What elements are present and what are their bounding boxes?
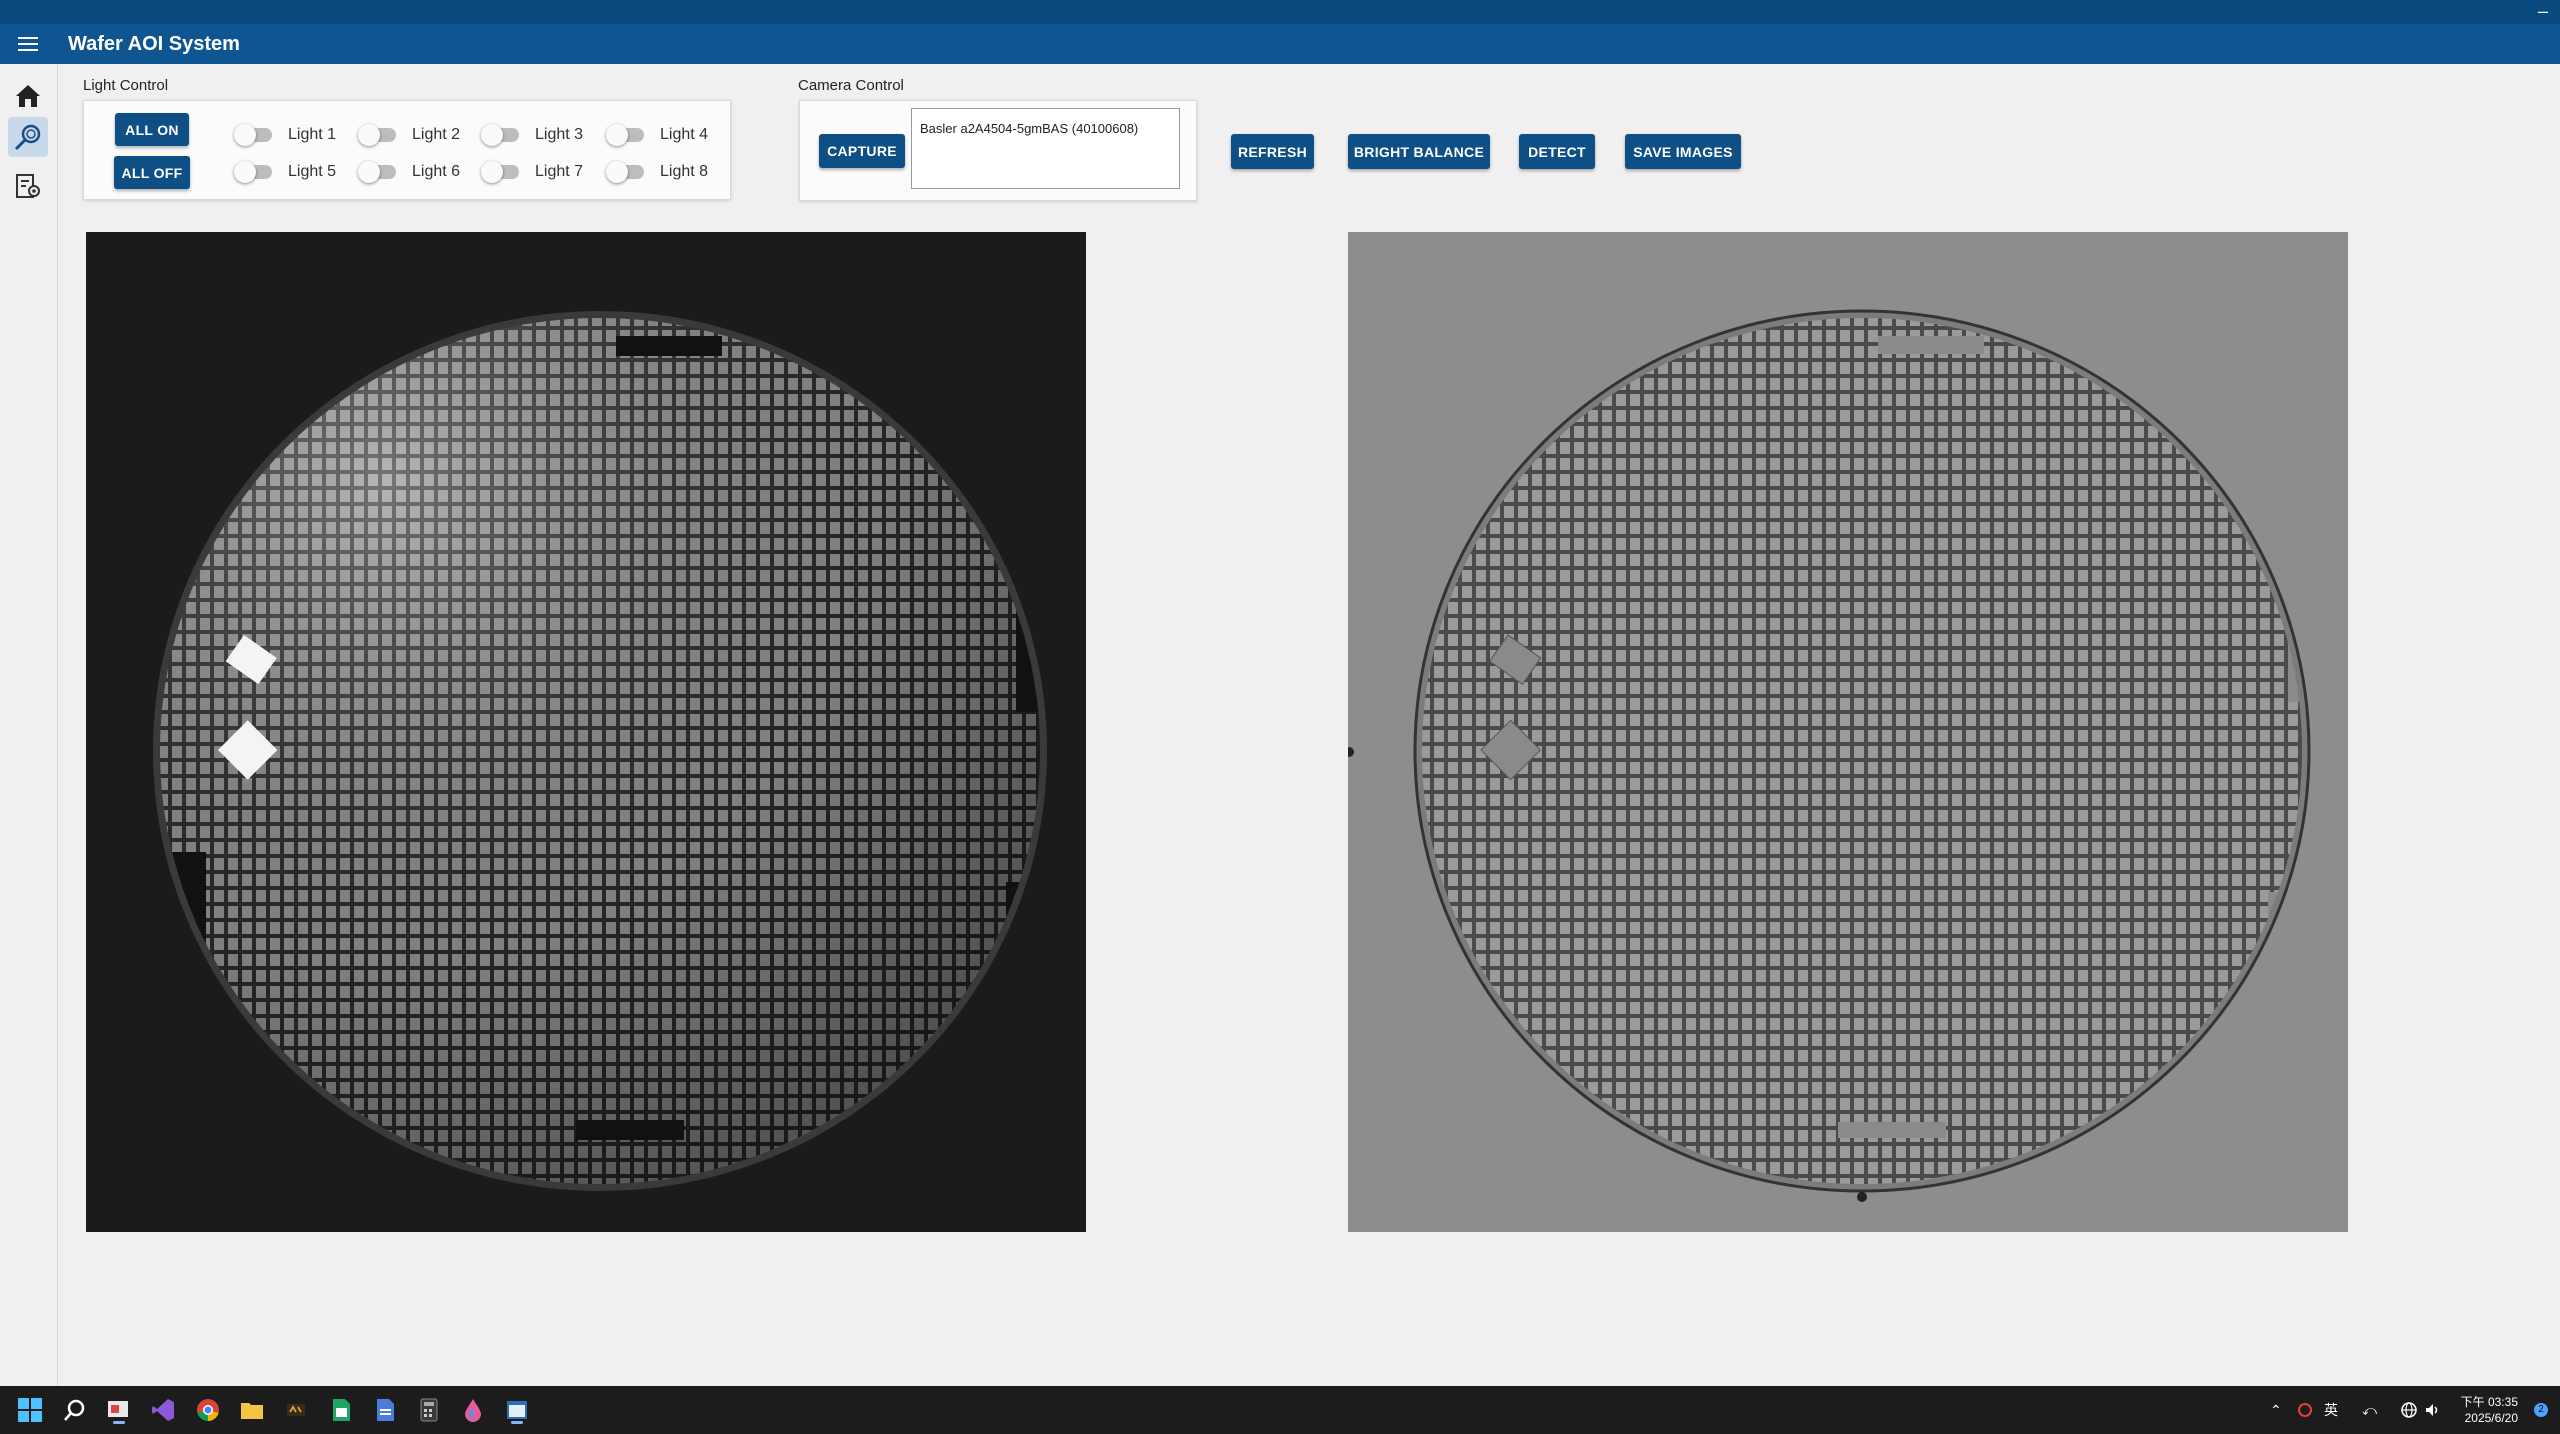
tray-chevron-icon[interactable]: ⌃ (2270, 1386, 2282, 1434)
light-4-label: Light 4 (660, 126, 709, 143)
light-5-label: Light 5 (288, 163, 337, 180)
active-indicator (511, 1421, 523, 1424)
light-1-toggle[interactable]: Light 1 (234, 124, 337, 146)
start-icon[interactable] (14, 1394, 46, 1426)
window-titlebar: – (0, 0, 2560, 24)
light-6-toggle[interactable]: Light 6 (358, 161, 461, 183)
light-3-toggle[interactable]: Light 3 (481, 124, 584, 146)
task-app-icon[interactable] (103, 1394, 135, 1426)
search-icon[interactable] (59, 1394, 91, 1426)
bright-balance-button[interactable]: BRIGHT BALANCE (1348, 134, 1490, 169)
minimize-icon[interactable]: – (2538, 2, 2548, 20)
file-explorer-icon[interactable] (236, 1394, 268, 1426)
light-7-label: Light 7 (535, 163, 584, 180)
settings-report-icon[interactable] (8, 166, 48, 206)
app-icon[interactable] (280, 1394, 312, 1426)
light-5-toggle[interactable]: Light 5 (234, 161, 337, 183)
camera-list-item[interactable]: Basler a2A4504-5gmBAS (40100608) (920, 121, 1171, 136)
chrome-icon[interactable] (192, 1394, 224, 1426)
spreadsheet-icon[interactable] (325, 1394, 357, 1426)
network-icon[interactable] (2400, 1386, 2418, 1434)
toggle-switch[interactable] (234, 161, 272, 183)
clock-time: 下午 03:35 (2460, 1395, 2518, 1409)
volume-icon[interactable] (2424, 1386, 2442, 1434)
light-8-toggle[interactable]: Light 8 (606, 161, 709, 183)
toggle-switch[interactable] (481, 161, 519, 183)
light-3-label: Light 3 (535, 126, 584, 143)
active-indicator (113, 1421, 125, 1424)
sync-icon[interactable] (2296, 1386, 2314, 1434)
window-app-icon[interactable] (501, 1394, 533, 1426)
raw-wafer-image (86, 232, 1086, 1232)
taskbar: ⌃ 英 ⤺ 下午 03:35 2025/6/20 2 (0, 1386, 2560, 1434)
ime-indicator[interactable]: 英 (2324, 1386, 2338, 1434)
detect-button[interactable]: DETECT (1519, 134, 1595, 169)
home-icon[interactable] (8, 76, 48, 116)
light-6-label: Light 6 (412, 163, 461, 180)
notification-badge[interactable]: 2 (2534, 1403, 2548, 1417)
visual-studio-icon[interactable] (147, 1394, 179, 1426)
all-on-button[interactable]: ALL ON (115, 113, 189, 146)
capture-button[interactable]: CAPTURE (819, 134, 905, 168)
document-icon[interactable] (369, 1394, 401, 1426)
light-2-label: Light 2 (412, 126, 461, 143)
calculator-icon[interactable] (413, 1394, 445, 1426)
menu-icon[interactable] (0, 24, 56, 64)
light-control-label: Light Control (83, 77, 169, 94)
toggle-switch[interactable] (234, 124, 272, 146)
toggle-switch[interactable] (481, 124, 519, 146)
refresh-button[interactable]: REFRESH (1231, 134, 1314, 169)
search-wafer-icon[interactable] (8, 117, 48, 157)
light-2-toggle[interactable]: Light 2 (358, 124, 461, 146)
light-1-label: Light 1 (288, 126, 337, 143)
toggle-switch[interactable] (358, 161, 396, 183)
camera-control-label: Camera Control (798, 77, 904, 94)
save-images-button[interactable]: SAVE IMAGES (1625, 134, 1741, 169)
light-4-toggle[interactable]: Light 4 (606, 124, 709, 146)
light-8-label: Light 8 (660, 163, 709, 180)
ime-mode-icon[interactable]: ⤺ (2362, 1386, 2377, 1434)
toggle-switch[interactable] (606, 161, 644, 183)
processed-wafer-image (1348, 232, 2348, 1232)
toggle-switch[interactable] (606, 124, 644, 146)
camera-list[interactable]: Basler a2A4504-5gmBAS (40100608) (911, 108, 1180, 189)
app-title: Wafer AOI System (68, 32, 240, 55)
side-navigation (0, 64, 58, 1386)
app-header: Wafer AOI System (0, 24, 2560, 64)
paint-icon[interactable] (457, 1394, 489, 1426)
clock-date: 2025/6/20 (2464, 1411, 2518, 1425)
toggle-switch[interactable] (358, 124, 396, 146)
all-off-button[interactable]: ALL OFF (114, 156, 190, 189)
system-clock[interactable]: 下午 03:35 2025/6/20 (2461, 1394, 2518, 1426)
light-7-toggle[interactable]: Light 7 (481, 161, 584, 183)
